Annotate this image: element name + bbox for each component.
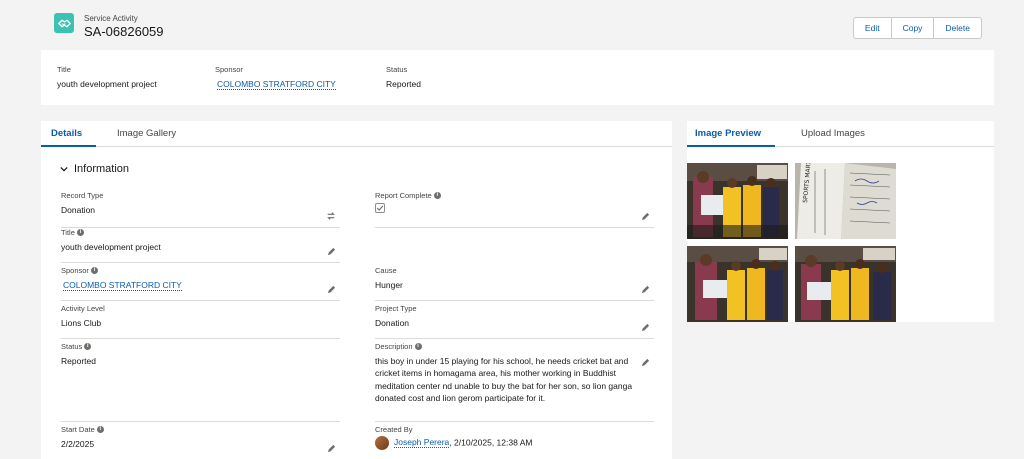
edit-pencil-icon[interactable] xyxy=(641,358,650,367)
highlights-panel: Title youth development project Sponsor … xyxy=(41,50,994,105)
field-value: Donation xyxy=(61,205,96,215)
section-information-header[interactable]: Information xyxy=(60,163,129,175)
image-preview-card: Image Preview Upload Images SPORTS MART xyxy=(687,121,994,322)
info-icon[interactable]: i xyxy=(433,192,441,199)
edit-pencil-icon[interactable] xyxy=(327,285,336,294)
highlight-label: Sponsor xyxy=(215,65,243,74)
action-buttons: Edit Copy Delete xyxy=(852,17,982,39)
tab-image-gallery[interactable]: Image Gallery xyxy=(117,128,176,139)
tab-image-preview[interactable]: Image Preview xyxy=(695,128,761,139)
field-record-type: Record Type Donation xyxy=(61,191,340,228)
field-value: 2/2/2025 xyxy=(61,439,95,449)
field-label: Status xyxy=(61,342,83,351)
field-label: Cause xyxy=(375,266,397,275)
tab-bar: Image Preview Upload Images xyxy=(687,121,994,147)
field-label: Report Complete xyxy=(375,191,432,200)
field-label: Description xyxy=(375,342,413,351)
info-icon[interactable]: i xyxy=(84,343,92,350)
active-tab-underline xyxy=(687,145,775,147)
field-report-complete: Report Complete i xyxy=(375,191,654,228)
field-sponsor: Sponsor i COLOMBO STRATFORD CITY xyxy=(61,266,340,301)
report-complete-checkbox[interactable] xyxy=(375,203,385,213)
active-tab-underline xyxy=(41,145,96,147)
field-value: Donation xyxy=(375,318,410,328)
edit-pencil-icon[interactable] xyxy=(327,444,336,453)
sponsor-link[interactable]: COLOMBO STRATFORD CITY xyxy=(217,79,336,90)
info-icon[interactable]: i xyxy=(96,426,104,433)
tab-upload-images[interactable]: Upload Images xyxy=(801,128,865,139)
copy-button[interactable]: Copy xyxy=(892,18,935,38)
highlight-value: youth development project xyxy=(57,79,157,89)
highlight-label: Status xyxy=(386,65,408,74)
field-value: Reported xyxy=(61,356,96,366)
field-project-type: Project Type Donation xyxy=(375,304,654,339)
chevron-down-icon xyxy=(60,166,68,172)
field-status: Status i Reported xyxy=(61,342,340,422)
created-datetime: , 2/10/2025, 12:38 AM xyxy=(449,437,533,448)
field-description: Description i this boy in under 15 playin… xyxy=(375,342,654,422)
field-value: Lions Club xyxy=(61,318,102,328)
avatar xyxy=(375,436,389,450)
field-value: Hunger xyxy=(375,280,403,290)
field-created-by: Created By Joseph Perera, 2/10/2025, 12:… xyxy=(375,425,654,459)
highlight-status: Status Reported xyxy=(386,65,421,89)
field-start-date: Start Date i 2/2/2025 xyxy=(61,425,340,459)
highlight-sponsor: Sponsor COLOMBO STRATFORD CITY xyxy=(215,65,336,90)
handshake-icon xyxy=(54,13,74,33)
info-icon[interactable]: i xyxy=(76,229,84,236)
tab-bar: Details Image Gallery xyxy=(41,121,672,147)
highlight-label: Title xyxy=(57,65,71,74)
image-thumbnail[interactable] xyxy=(687,163,788,239)
field-label: Start Date xyxy=(61,425,95,434)
change-record-type-icon[interactable] xyxy=(326,211,336,221)
field-title: Title i youth development project xyxy=(61,228,340,263)
edit-pencil-icon[interactable] xyxy=(641,285,650,294)
highlight-value: Reported xyxy=(386,79,421,89)
info-icon[interactable]: i xyxy=(414,343,422,350)
field-label: Record Type xyxy=(61,191,104,200)
field-label: Project Type xyxy=(375,304,417,313)
record-header: Service Activity SA-06826059 Edit Copy D… xyxy=(41,7,994,47)
field-label: Activity Level xyxy=(61,304,105,313)
image-thumbnail[interactable] xyxy=(687,246,788,322)
field-cause: Cause Hunger xyxy=(375,266,654,301)
object-label: Service Activity xyxy=(84,14,138,23)
info-icon[interactable]: i xyxy=(90,267,98,274)
field-label: Sponsor xyxy=(61,266,89,275)
field-label: Title xyxy=(61,228,75,237)
edit-pencil-icon[interactable] xyxy=(641,212,650,221)
image-thumbnail[interactable] xyxy=(795,246,896,322)
image-thumbnail[interactable]: SPORTS MART xyxy=(795,163,896,239)
highlight-title: Title youth development project xyxy=(57,65,157,89)
checkmark-icon xyxy=(376,205,384,211)
edit-pencil-icon[interactable] xyxy=(327,247,336,256)
delete-button[interactable]: Delete xyxy=(934,18,981,38)
field-activity-level: Activity Level Lions Club xyxy=(61,304,340,339)
record-name: SA-06826059 xyxy=(84,24,164,39)
edit-pencil-icon[interactable] xyxy=(641,323,650,332)
tab-details[interactable]: Details xyxy=(51,128,82,139)
field-value: youth development project xyxy=(61,242,161,252)
edit-button[interactable]: Edit xyxy=(854,18,892,38)
details-card: Details Image Gallery Information Record… xyxy=(41,121,672,459)
sponsor-field-link[interactable]: COLOMBO STRATFORD CITY xyxy=(63,280,182,291)
section-title: Information xyxy=(74,163,130,175)
created-by-user-link[interactable]: Joseph Perera xyxy=(394,437,450,449)
field-label: Created By xyxy=(375,425,413,434)
field-value: this boy in under 15 playing for his sch… xyxy=(375,356,633,403)
